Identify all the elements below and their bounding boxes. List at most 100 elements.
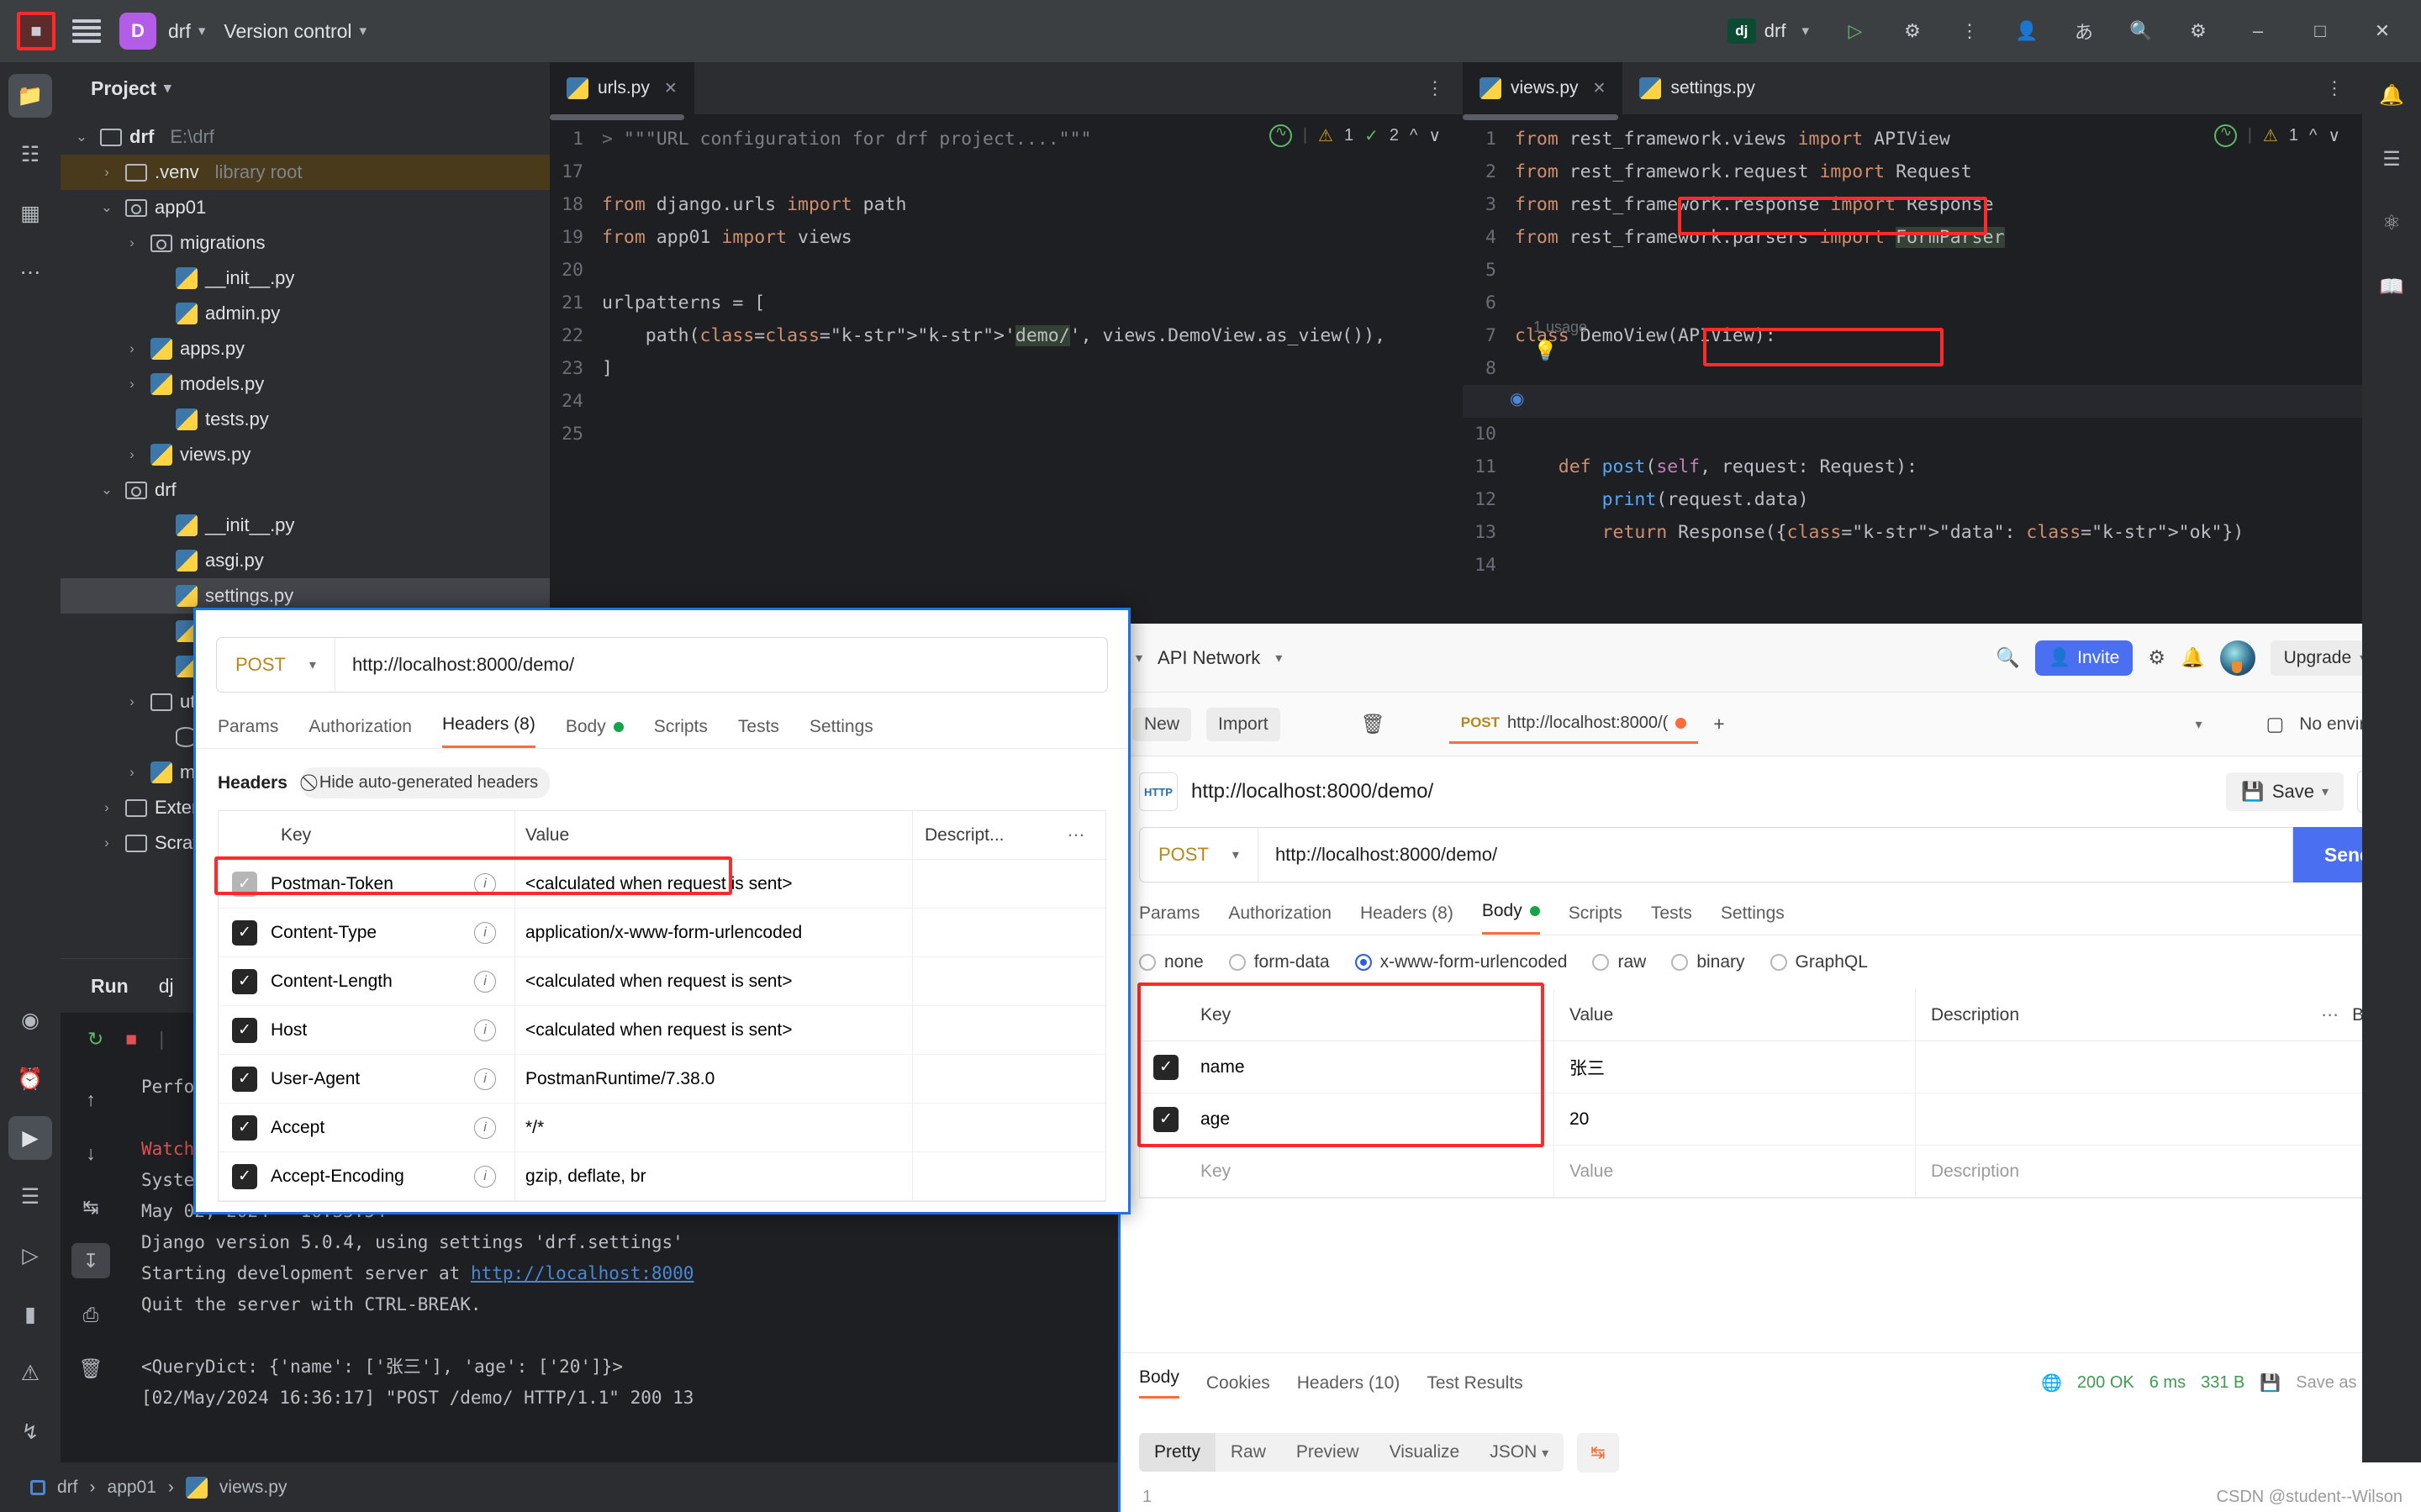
breadcrumb-file[interactable]: views.py	[219, 1478, 287, 1498]
info-icon[interactable]: i	[474, 873, 496, 895]
debug-button[interactable]: ⚙	[1893, 12, 1932, 50]
settings-gear-icon[interactable]: ⚙	[2148, 646, 2165, 669]
run-config-tab-label[interactable]: dj	[159, 975, 174, 998]
row-checkbox[interactable]: ✓	[232, 1115, 257, 1141]
tree-node[interactable]: ⌄app01	[61, 190, 550, 225]
editor-options-icon[interactable]: ⋮	[1426, 77, 1444, 99]
info-icon[interactable]: i	[474, 1166, 496, 1188]
request-tab-authorization[interactable]: Authorization	[1228, 904, 1332, 935]
header-row[interactable]: ✓User-AgentiPostmanRuntime/7.38.0	[219, 1055, 1105, 1104]
info-icon[interactable]: i	[474, 1019, 496, 1041]
info-icon[interactable]: i	[474, 971, 496, 993]
translate-icon[interactable]: あ	[2065, 12, 2103, 50]
response-tab-body[interactable]: Body	[1139, 1367, 1179, 1399]
tree-node[interactable]: ›tests.py	[61, 402, 550, 437]
breadcrumb-project[interactable]: drf	[57, 1478, 78, 1498]
chevron-right-icon[interactable]: ›	[121, 693, 143, 710]
tree-node[interactable]: ›views.py	[61, 437, 550, 472]
run-configuration-selector[interactable]: dj drf ▾	[1719, 14, 1817, 48]
terminal-icon[interactable]: ▮	[8, 1293, 52, 1336]
row-checkbox[interactable]: ✓	[1153, 1107, 1179, 1132]
prev-problem-icon[interactable]: ^	[1410, 126, 1417, 145]
chevron-right-icon[interactable]: ›	[121, 376, 143, 392]
chevron-down-icon[interactable]: ⌄	[71, 129, 92, 145]
trash-icon[interactable]: 🗑	[1361, 713, 1385, 735]
project-selector[interactable]: D drf ▾	[119, 13, 205, 50]
chevron-right-icon[interactable]: ›	[121, 234, 143, 251]
row-checkbox[interactable]: ✓	[232, 920, 257, 946]
row-checkbox[interactable]: ✓	[232, 872, 257, 897]
kv-row[interactable]: ✓name张三	[1140, 1041, 2402, 1093]
git-branch-icon[interactable]: ↯	[8, 1410, 52, 1454]
tree-node[interactable]: ⌄drfE:\drf	[61, 119, 550, 155]
clear-all-icon[interactable]: 🗑	[71, 1351, 110, 1386]
python-console-icon[interactable]: ▷	[8, 1234, 52, 1278]
chevron-right-icon[interactable]: ›	[96, 835, 118, 851]
header-key[interactable]: User-Agent	[271, 1069, 360, 1089]
row-checkbox[interactable]: ✓	[232, 1067, 257, 1092]
add-user-icon[interactable]: 👤	[2007, 12, 2046, 50]
print-icon[interactable]: ⎙	[71, 1297, 110, 1332]
chevron-right-icon[interactable]: ›	[96, 799, 118, 816]
header-row[interactable]: ✓Accepti*/*	[219, 1104, 1105, 1152]
body-mode-x-www-form-urlencoded[interactable]: x-www-form-urlencoded	[1355, 952, 1568, 972]
save-button[interactable]: 💾 Save ▾	[2226, 772, 2344, 811]
horizontal-scrollbar[interactable]	[1463, 114, 1618, 120]
kv-value[interactable]: 20	[1553, 1093, 1915, 1145]
database-icon[interactable]: ☰	[2371, 138, 2413, 180]
header-row[interactable]: ✓Content-Lengthi<calculated when request…	[219, 957, 1105, 1006]
close-icon[interactable]: ✕	[664, 79, 678, 98]
more-tools-icon[interactable]: ⋯	[8, 250, 52, 294]
header-key[interactable]: Host	[271, 1020, 307, 1040]
row-checkbox[interactable]: ✓	[232, 969, 257, 994]
header-value[interactable]: */*	[514, 1104, 912, 1151]
chevron-right-icon[interactable]: ›	[121, 764, 143, 781]
run-button[interactable]: ▷	[1836, 12, 1875, 50]
tree-node[interactable]: ›migrations	[61, 225, 550, 261]
header-row[interactable]: ✓Content-Typeiapplication/x-www-form-url…	[219, 909, 1105, 957]
tree-node[interactable]: ›__init__.py	[61, 261, 550, 296]
kv-key[interactable]: name	[1192, 1057, 1553, 1077]
tree-node[interactable]: ›asgi.py	[61, 543, 550, 578]
project-panel-header[interactable]: Project ▾	[61, 62, 550, 114]
popup-tab-settings[interactable]: Settings	[810, 717, 873, 748]
header-description[interactable]	[912, 860, 1047, 908]
version-control-menu[interactable]: Version control ▾	[224, 20, 367, 43]
minimize-button[interactable]: –	[2236, 12, 2280, 50]
kv-more-icon[interactable]: ⋯	[2308, 1004, 2352, 1025]
horizontal-scrollbar[interactable]	[550, 114, 684, 120]
header-description[interactable]	[912, 1055, 1047, 1103]
header-key[interactable]: Accept	[271, 1118, 324, 1138]
body-mode-form-data[interactable]: form-data	[1229, 952, 1330, 972]
chevron-right-icon[interactable]: ›	[96, 164, 118, 181]
tab-urls-py[interactable]: urls.py ✕	[550, 62, 694, 114]
kv-description[interactable]	[1915, 1093, 2402, 1145]
rerun-icon[interactable]: ↻	[87, 1028, 103, 1051]
header-value[interactable]: gzip, deflate, br	[514, 1152, 912, 1200]
run-tab-label[interactable]: Run	[91, 975, 129, 998]
header-description[interactable]	[912, 957, 1047, 1005]
hide-auto-generated-headers-toggle[interactable]: ⃠ Hide auto-generated headers	[301, 767, 550, 798]
tree-node[interactable]: ›apps.py	[61, 331, 550, 366]
row-checkbox[interactable]: ✓	[1153, 1055, 1179, 1080]
header-row[interactable]: ✓Accept-Encodingigzip, deflate, br	[219, 1152, 1105, 1201]
avatar[interactable]	[2220, 640, 2255, 676]
popup-tab-scripts[interactable]: Scripts	[654, 717, 708, 748]
intention-bulb-icon[interactable]: 💡	[1533, 340, 1558, 362]
response-tab-cookies[interactable]: Cookies	[1206, 1373, 1270, 1393]
scroll-down-icon[interactable]: ↓	[71, 1135, 110, 1171]
notifications-bell-icon[interactable]: 🔔	[2371, 74, 2413, 116]
header-row[interactable]: ✓Postman-Tokeni<calculated when request …	[219, 860, 1105, 909]
more-actions-icon[interactable]: ⋮	[1950, 12, 1989, 50]
url-input[interactable]: http://localhost:8000/demo/	[1258, 827, 2293, 882]
popup-url-input[interactable]: http://localhost:8000/demo/	[335, 637, 1108, 693]
soft-wrap-icon[interactable]: ↹	[71, 1189, 110, 1225]
response-tab-test-results[interactable]: Test Results	[1427, 1373, 1522, 1393]
next-problem-icon[interactable]: ∨	[2328, 125, 2340, 146]
run-tool-icon[interactable]: ▶	[8, 1116, 52, 1160]
popup-tab-headers[interactable]: Headers (8)	[442, 714, 535, 748]
view-mode-raw[interactable]: Raw	[1216, 1433, 1281, 1472]
notifications-bell-icon[interactable]: 🔔	[2181, 646, 2205, 669]
tree-node[interactable]: ›models.py	[61, 366, 550, 402]
request-title[interactable]: http://localhost:8000/demo/	[1191, 780, 1433, 803]
